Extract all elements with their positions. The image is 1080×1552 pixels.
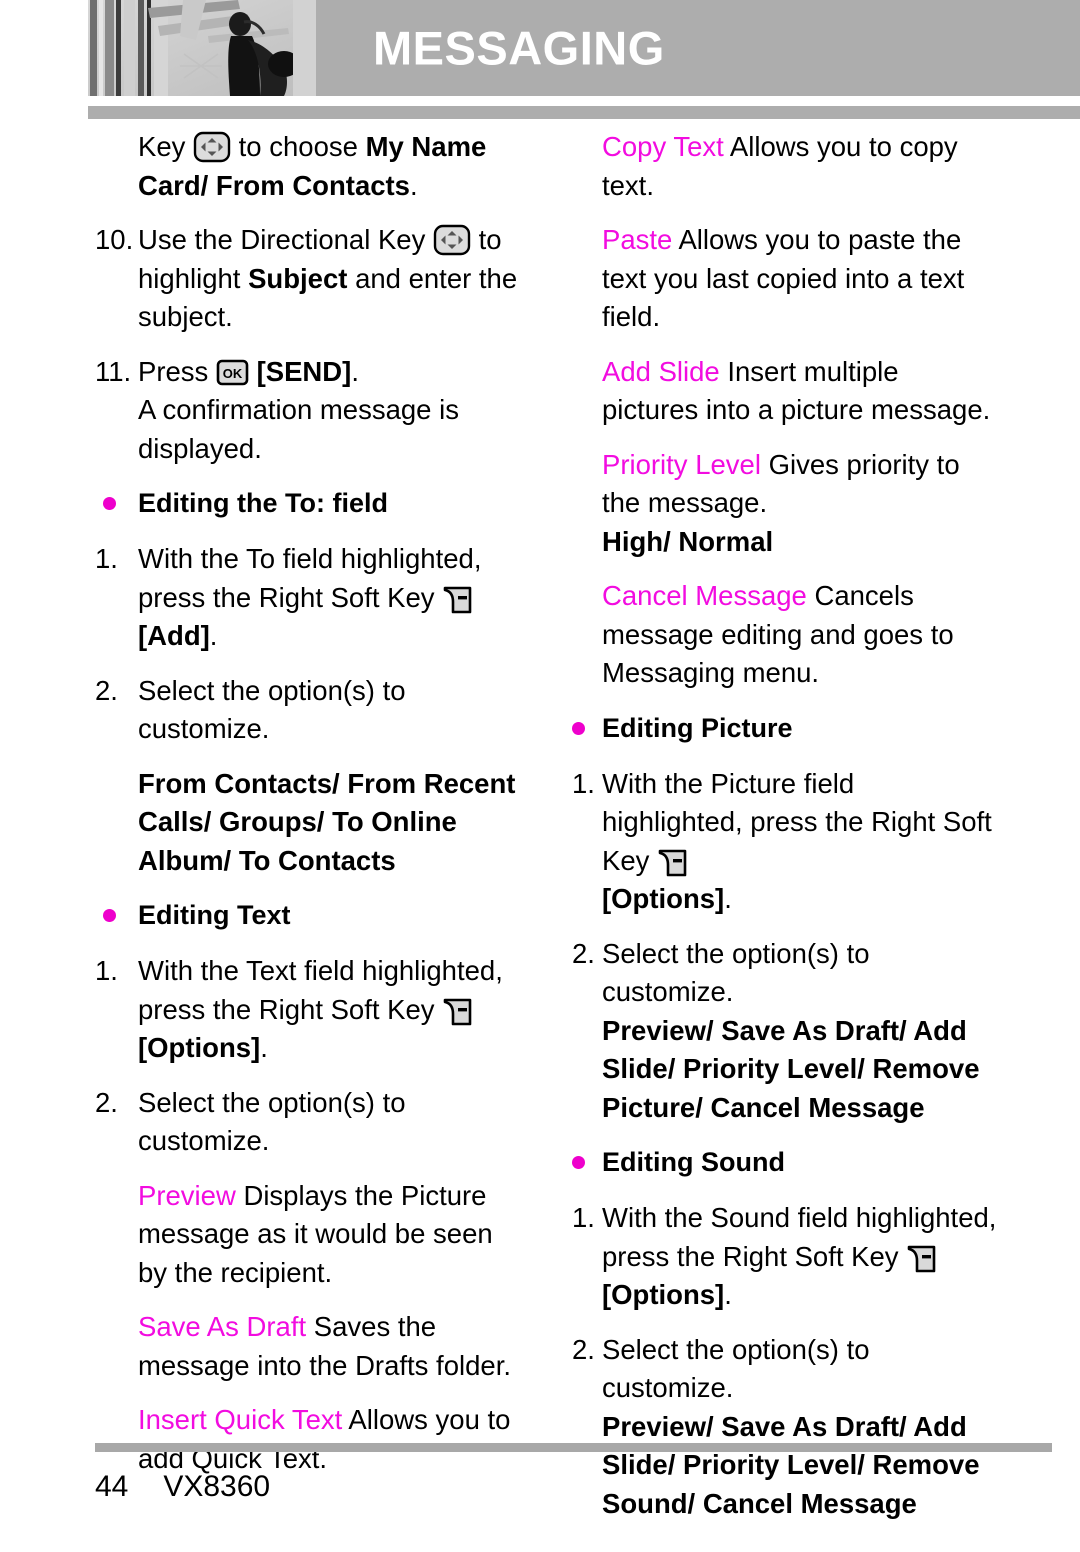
editing-picture-step-2: 2. Select the option(s) to customize.	[572, 935, 1002, 1012]
editing-sound-step-2: 2. Select the option(s) to customize.	[572, 1331, 1002, 1408]
editing-sound-step-1: 1. With the Sound field highlighted, pre…	[572, 1199, 1002, 1315]
to-field-add-label: [Add]	[138, 620, 210, 651]
device-model: VX8360	[163, 1470, 271, 1503]
editing-sound-step-2-number: 2.	[572, 1333, 595, 1365]
to-field-step-1-tail: .	[209, 620, 218, 651]
option-definition-cancel-message: Cancel Message Cancels message editing a…	[572, 577, 1002, 693]
to-field-step-2-text: Select the option(s) to customize.	[138, 674, 406, 745]
left-column: Key to choose My Name Card/ From Contact…	[95, 128, 525, 1494]
directional-key-icon	[433, 224, 471, 256]
page-title: MESSAGING	[373, 21, 665, 75]
bullet-dot-icon	[103, 497, 116, 510]
option-term: Save As Draft	[138, 1311, 307, 1342]
ok-key-icon: OK	[216, 358, 249, 386]
option-term: Paste	[602, 224, 673, 255]
editing-picture-step-1: 1. With the Picture field highlighted, p…	[572, 765, 1002, 919]
editing-text-step-1-tail: .	[260, 1032, 268, 1063]
step-11: 11. Press OK [SEND]. A confirmation mess…	[95, 353, 525, 469]
section-heading-editing-to-field: Editing the To: field	[95, 484, 525, 522]
option-definition-copy-text: Copy Text Allows you to copy text.	[572, 128, 1002, 205]
header-rule	[88, 106, 1080, 119]
to-field-step-2-number: 2.	[95, 674, 118, 706]
option-definition-paste: Paste Allows you to paste the text you l…	[572, 221, 1002, 337]
editing-text-step-2: 2. Select the option(s) to customize.	[95, 1084, 525, 1161]
page-header: MESSAGING	[88, 0, 1080, 96]
option-term: Priority Level	[602, 448, 761, 480]
step-10-part1: Use the Directional Key	[138, 224, 426, 255]
editing-sound-options-label: [Options]	[602, 1279, 725, 1310]
section-heading-editing-text: Editing Text	[95, 896, 525, 934]
editing-sound-options-list: Preview/ Save As Draft/ Add Slide/ Prior…	[602, 1410, 980, 1519]
to-field-step-2: 2. Select the option(s) to customize.	[95, 672, 525, 749]
bullet-dot-icon	[103, 909, 116, 922]
svg-text:OK: OK	[223, 366, 243, 381]
step-9-lead: Key	[138, 131, 186, 162]
footer-rule	[95, 1443, 1052, 1452]
editing-sound-step-2-text: Select the option(s) to customize.	[602, 1333, 870, 1404]
step-10-number: 10.	[95, 224, 134, 255]
section-heading-label: Editing Text	[138, 900, 291, 930]
step-11-part1: Press	[138, 355, 209, 387]
right-soft-key-icon	[906, 1244, 937, 1274]
option-term: Insert Quick Text	[138, 1404, 343, 1435]
section-heading-label: Editing the To: field	[138, 488, 388, 518]
editing-text-step-1: 1. With the Text field highlighted, pres…	[95, 952, 525, 1068]
step-9-mid: to choose	[238, 131, 358, 162]
editing-picture-step-1-tail: .	[724, 883, 732, 914]
bullet-dot-icon	[572, 1156, 585, 1169]
editing-text-step-2-text: Select the option(s) to customize.	[138, 1086, 406, 1157]
option-term: Cancel Message	[602, 580, 807, 611]
section-heading-label: Editing Picture	[602, 712, 793, 743]
editing-sound-step-1-tail: .	[724, 1279, 732, 1310]
option-term: Preview	[138, 1179, 236, 1211]
to-field-step-1-number: 1.	[95, 543, 118, 574]
step-9-tail: .	[409, 169, 418, 201]
option-definition-preview: Preview Displays the Picture message as …	[95, 1177, 525, 1293]
right-soft-key-icon	[442, 997, 473, 1027]
option-term: Copy Text	[602, 131, 724, 162]
editing-sound-step-1-number: 1.	[572, 1202, 595, 1233]
priority-level-values: High/ Normal	[602, 525, 774, 557]
step-11-send-label: [SEND]	[256, 355, 352, 387]
directional-key-icon	[193, 131, 231, 163]
editing-picture-options-list: Preview/ Save As Draft/ Add Slide/ Prior…	[602, 1014, 980, 1123]
step-11-part2: A confirmation message is displayed.	[138, 394, 459, 464]
editing-text-step-2-number: 2.	[95, 1086, 118, 1118]
editing-picture-step-1-number: 1.	[572, 767, 595, 799]
section-heading-editing-picture: Editing Picture	[572, 709, 1002, 747]
to-field-options-list: From Contacts/ From Recent Calls/ Groups…	[138, 767, 516, 876]
page-footer: 44 VX8360	[95, 1467, 270, 1507]
manual-page: MESSAGING Key to choose My Name Card/ Fr…	[0, 0, 1080, 1552]
to-field-step-1-text: With the To field highlighted, press the…	[138, 543, 482, 613]
right-soft-key-icon	[657, 848, 688, 878]
section-heading-label: Editing Sound	[602, 1147, 785, 1177]
option-definition-save-as-draft: Save As Draft Saves the message into the…	[95, 1308, 525, 1385]
step-11-tail: .	[351, 355, 359, 387]
editing-text-options-label: [Options]	[138, 1032, 261, 1063]
editing-picture-options-label: [Options]	[602, 883, 725, 914]
to-field-step-1: 1. With the To field highlighted, press …	[95, 540, 525, 656]
right-soft-key-icon	[442, 585, 473, 615]
step-11-number: 11.	[95, 355, 132, 387]
editing-picture-step-2-number: 2.	[572, 937, 595, 969]
header-photo	[88, 0, 316, 96]
section-heading-editing-sound: Editing Sound	[572, 1143, 1002, 1181]
option-term: Add Slide	[602, 355, 720, 387]
step-10: 10. Use the Directional Key to highlight…	[95, 221, 525, 337]
editing-sound-step-1-text: With the Sound field highlighted, press …	[602, 1202, 997, 1272]
right-column: Copy Text Allows you to copy text. Paste…	[572, 128, 1002, 1539]
option-definition-add-slide: Add Slide Insert multiple pictures into …	[572, 353, 1002, 430]
step-9-continuation: Key to choose My Name Card/ From Contact…	[95, 128, 525, 205]
page-number: 44	[95, 1470, 129, 1503]
editing-text-step-1-number: 1.	[95, 955, 118, 986]
option-definition-priority-level: Priority Level Gives priority to the mes…	[572, 446, 1002, 523]
bullet-dot-icon	[572, 721, 585, 735]
step-10-bold-field: Subject	[248, 262, 348, 294]
editing-picture-step-2-text: Select the option(s) to customize.	[602, 937, 870, 1008]
